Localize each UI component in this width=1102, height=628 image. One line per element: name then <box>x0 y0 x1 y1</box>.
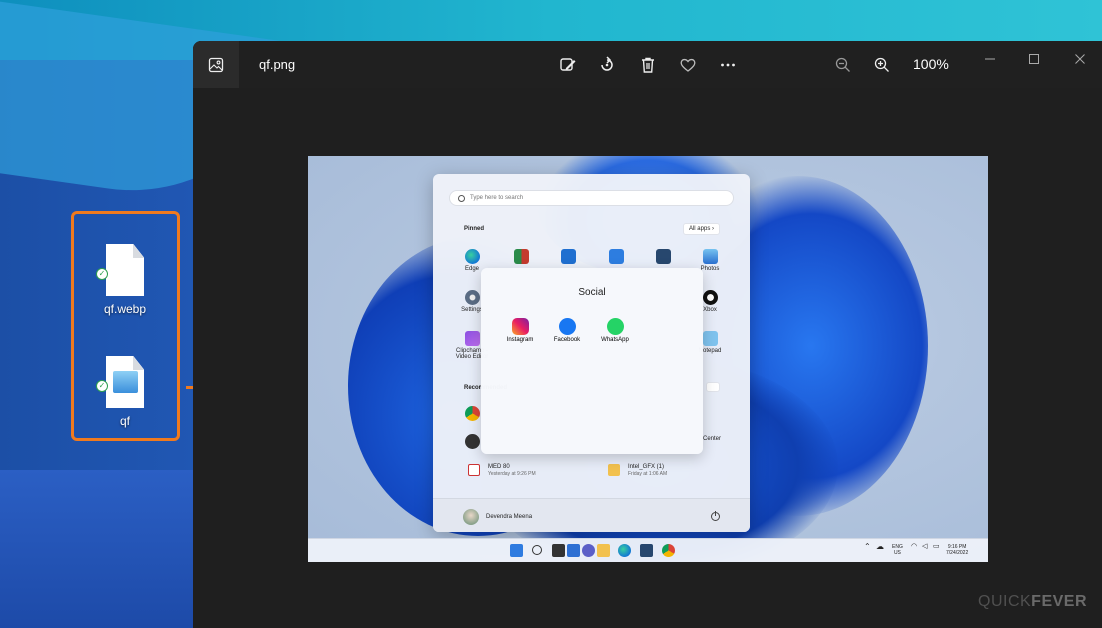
pdf-file-icon <box>468 464 480 476</box>
gallery-button[interactable] <box>193 41 239 88</box>
desktop-icon-label: qf <box>119 414 130 428</box>
whatsapp-icon <box>606 318 624 335</box>
chevron-up-icon: ⌃ <box>864 542 871 551</box>
chrome-icon <box>464 406 480 421</box>
edge-icon <box>464 249 480 264</box>
xbox-icon <box>702 290 718 305</box>
store-icon <box>655 249 671 264</box>
clock: 9:16 PM 7/24/2022 <box>946 544 969 556</box>
office-apps-icon <box>513 249 529 264</box>
title-bar: qf.png 100% <box>193 41 1102 88</box>
social-folder-popup: Social Instagram Facebook WhatsApp <box>481 268 703 454</box>
delete-icon[interactable] <box>637 54 659 76</box>
pinned-app-store <box>645 249 681 266</box>
social-app-instagram: Instagram <box>502 318 538 343</box>
photos-viewer-window: qf.png 100% Type here to search Pinned A… <box>193 41 1102 628</box>
chat-icon <box>582 544 595 557</box>
maximize-icon[interactable] <box>1022 49 1046 69</box>
search-icon <box>532 545 542 555</box>
start-footer: Devendra Meena <box>433 498 750 532</box>
pinned-app-office <box>503 249 539 266</box>
file-name: qf.png <box>259 57 296 72</box>
more-icon[interactable] <box>717 54 739 76</box>
social-folder-title: Social <box>578 287 606 298</box>
watermark: QUICKFEVER <box>978 593 1088 610</box>
more-button <box>706 382 720 392</box>
notepad-icon <box>702 331 718 346</box>
synced-check-icon: ✓ <box>96 268 108 280</box>
photos-icon <box>702 249 718 264</box>
all-apps-button: All apps › <box>682 223 720 235</box>
clipchamp-icon <box>464 331 480 346</box>
store-icon <box>640 544 653 557</box>
widgets-icon <box>567 544 580 557</box>
task-view-icon <box>552 544 565 557</box>
social-app-whatsapp: WhatsApp <box>597 318 633 343</box>
start-search-box: Type here to search <box>449 190 734 206</box>
pinned-app-calendar <box>598 249 634 266</box>
search-icon <box>458 194 465 202</box>
desktop-icon-qf[interactable]: ✓ qf <box>80 356 170 428</box>
favorite-icon[interactable] <box>677 54 699 76</box>
folder-icon <box>608 464 620 476</box>
social-app-facebook: Facebook <box>549 318 585 343</box>
edge-icon <box>618 544 631 557</box>
displayed-image: Type here to search Pinned All apps › Ed… <box>308 156 988 562</box>
zoom-level[interactable]: 100% <box>913 56 949 72</box>
recommended-item: Intel_GFX (1) Friday at 1:06 AM <box>608 464 667 477</box>
zoom-out-icon[interactable] <box>832 54 854 76</box>
battery-icon: ▭ <box>933 543 940 550</box>
user-name: Devendra Meena <box>486 514 533 520</box>
recommended-center-text: Center <box>703 436 722 442</box>
facebook-icon <box>558 318 576 335</box>
pinned-app-mail <box>550 249 586 266</box>
edit-image-icon[interactable] <box>557 54 579 76</box>
rotate-icon[interactable] <box>596 54 618 76</box>
image-file-icon <box>106 356 144 408</box>
file-icon <box>106 244 144 296</box>
taskbar: ⌃ ☁ ENG US ◠ ◁ ▭ 9:16 PM 7/24/2022 <box>308 538 988 562</box>
mail-icon <box>560 249 576 264</box>
language-indicator: ENG US <box>892 544 903 556</box>
windows-logo-icon <box>510 544 523 557</box>
close-icon[interactable] <box>1068 49 1092 69</box>
gallery-icon <box>208 57 224 72</box>
disc-icon <box>464 434 480 449</box>
desktop-icon-label: qf.webp <box>103 302 147 316</box>
chrome-icon <box>662 544 675 557</box>
pinned-heading: Pinned <box>464 226 485 232</box>
calendar-icon <box>608 249 624 264</box>
synced-check-icon: ✓ <box>96 380 108 392</box>
wifi-icon: ◠ <box>911 543 918 550</box>
volume-icon: ◁ <box>922 543 928 550</box>
zoom-in-icon[interactable] <box>871 54 893 76</box>
avatar <box>463 509 479 525</box>
power-icon <box>711 510 720 521</box>
gear-icon <box>464 290 480 305</box>
cloud-icon: ☁ <box>876 542 884 551</box>
file-explorer-icon <box>597 544 610 557</box>
recommended-item: MED 80 Yesterday at 9:26 PM <box>468 464 536 477</box>
desktop-icon-qf-webp[interactable]: ✓ qf.webp <box>80 244 170 316</box>
instagram-icon <box>511 318 529 335</box>
minimize-icon[interactable] <box>978 49 1002 69</box>
